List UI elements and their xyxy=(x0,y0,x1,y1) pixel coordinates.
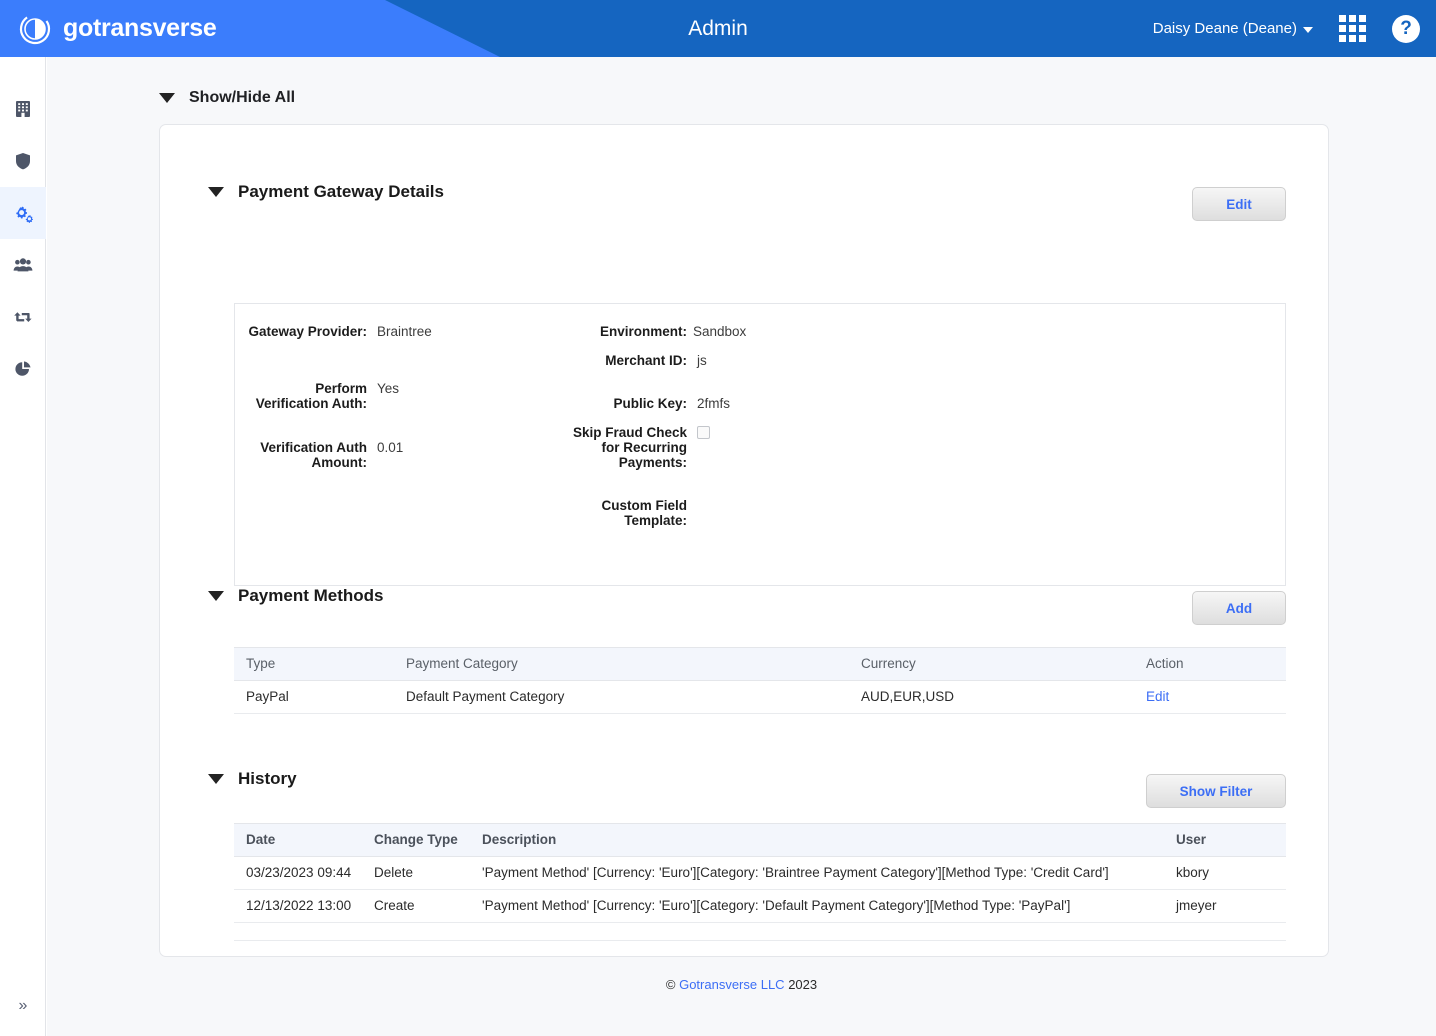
field-environment: Environment: Sandbox xyxy=(553,324,853,339)
field-public-key: Public Key: 2fmfs xyxy=(553,396,853,411)
chevron-down-icon xyxy=(1303,27,1313,33)
field-label: Verification Auth Amount: xyxy=(260,440,367,471)
field-label: Skip Fraud Check for Recurring Payments: xyxy=(572,425,687,471)
add-payment-method-button[interactable]: Add xyxy=(1192,591,1286,625)
brand-logo[interactable]: gotransverse xyxy=(18,0,217,57)
sidebar-item-security[interactable] xyxy=(0,135,46,187)
history-toggle[interactable]: History xyxy=(208,769,297,789)
payment-methods-title: Payment Methods xyxy=(238,586,384,605)
table-header-row: Type Payment Category Currency Action xyxy=(234,647,1286,681)
payment-methods-table: Type Payment Category Currency Action Pa… xyxy=(234,647,1286,714)
field-value: Yes xyxy=(377,381,400,396)
field-label: Custom Field Template: xyxy=(601,498,687,529)
double-chevron-right-icon: » xyxy=(18,997,28,1014)
sidebar-item-company[interactable] xyxy=(0,83,46,135)
cell-user: jmeyer xyxy=(1164,889,1286,923)
exchange-arrows-icon xyxy=(14,312,32,322)
pie-chart-icon xyxy=(15,361,31,376)
field-gateway-provider: Gateway Provider: Braintree xyxy=(247,324,547,339)
footer-year: 2023 xyxy=(788,977,818,992)
sidebar-item-users[interactable] xyxy=(0,239,46,291)
field-custom-field-template: Custom Field Template: xyxy=(553,498,873,528)
table-row[interactable]: PayPal Default Payment Category AUD,EUR,… xyxy=(234,680,1286,714)
cell-type: PayPal xyxy=(234,680,394,714)
sidebar-item-settings[interactable] xyxy=(0,187,46,239)
history-table-scroll-area[interactable]: Date Change Type Description User 03/23/… xyxy=(234,823,1286,948)
column-header-date[interactable]: Date xyxy=(234,823,362,857)
triangle-down-icon xyxy=(208,774,224,784)
users-icon xyxy=(13,258,33,272)
cell-change-type: Delete xyxy=(362,856,470,890)
grid-apps-icon[interactable] xyxy=(1339,15,1366,42)
field-value: 0.01 xyxy=(377,440,404,455)
triangle-down-icon xyxy=(159,93,175,103)
help-question-icon[interactable]: ? xyxy=(1392,14,1420,43)
cell-currency: AUD,EUR,USD xyxy=(849,680,1134,714)
field-value: js xyxy=(697,353,707,368)
skip-fraud-check-checkbox[interactable] xyxy=(697,426,710,439)
table-row-partial[interactable] xyxy=(234,922,1286,941)
field-label: Environment: xyxy=(599,324,687,339)
show-hide-all-label: Show/Hide All xyxy=(189,89,296,106)
history-table: Date Change Type Description User 03/23/… xyxy=(234,823,1286,941)
table-row[interactable]: 12/13/2022 13:00 Create 'Payment Method'… xyxy=(234,889,1286,923)
user-menu[interactable]: Daisy Deane (Deane) xyxy=(1153,20,1313,37)
edit-gateway-button[interactable]: Edit xyxy=(1192,187,1286,221)
field-label: Gateway Provider: xyxy=(248,324,367,339)
content-card: Payment Gateway Details Edit Gateway Pro… xyxy=(159,124,1329,957)
field-label: Merchant ID: xyxy=(605,353,687,368)
gears-icon xyxy=(16,206,33,223)
sidebar-expand-button[interactable]: » xyxy=(0,986,46,1026)
field-label: Public Key: xyxy=(613,396,687,411)
sidebar-item-reports[interactable] xyxy=(0,343,46,395)
field-perform-verification-auth: Perform Verification Auth: Yes xyxy=(247,381,547,411)
cell-date: 12/13/2022 13:00 xyxy=(234,889,362,923)
brand-logo-text: gotransverse xyxy=(63,14,217,42)
app-header: gotransverse Admin Daisy Deane (Deane) ? xyxy=(0,0,1436,57)
column-header-action[interactable]: Action xyxy=(1134,647,1286,681)
copyright-symbol: © xyxy=(665,977,676,992)
column-header-type[interactable]: Type xyxy=(234,647,394,681)
history-title: History xyxy=(238,769,297,788)
column-header-description[interactable]: Description xyxy=(470,823,1164,857)
field-label: Perform Verification Auth: xyxy=(255,381,367,412)
cell-description: 'Payment Method' [Currency: 'Euro'][Cate… xyxy=(470,856,1164,890)
field-value: Braintree xyxy=(377,324,432,339)
field-merchant-id: Merchant ID: js xyxy=(553,353,853,368)
column-header-user[interactable]: User xyxy=(1164,823,1286,857)
cell-change-type: Create xyxy=(362,889,470,923)
gotransverse-logo-icon xyxy=(19,13,51,44)
column-header-currency[interactable]: Currency xyxy=(849,647,1134,681)
cell-description: 'Payment Method' [Currency: 'Euro'][Cate… xyxy=(470,889,1164,923)
column-header-change-type[interactable]: Change Type xyxy=(362,823,470,857)
field-value: Sandbox xyxy=(693,324,747,339)
show-hide-all-toggle[interactable]: Show/Hide All xyxy=(159,89,295,107)
triangle-down-icon xyxy=(208,591,224,601)
column-header-payment-category[interactable]: Payment Category xyxy=(394,647,849,681)
footer-company-link[interactable]: Gotransverse LLC xyxy=(679,977,785,992)
cell-date: 03/23/2023 09:44 xyxy=(234,856,362,890)
table-row[interactable]: 03/23/2023 09:44 Delete 'Payment Method'… xyxy=(234,856,1286,890)
table-header-row: Date Change Type Description User xyxy=(234,823,1286,857)
sidebar-nav: » xyxy=(0,57,46,1036)
edit-payment-method-link[interactable]: Edit xyxy=(1146,689,1169,704)
field-skip-fraud-check: Skip Fraud Check for Recurring Payments: xyxy=(553,425,873,471)
sidebar-item-transfers[interactable] xyxy=(0,291,46,343)
shield-icon xyxy=(16,153,30,170)
field-verification-auth-amount: Verification Auth Amount: 0.01 xyxy=(247,440,547,470)
building-icon xyxy=(16,101,30,117)
cell-payment-category: Default Payment Category xyxy=(394,680,849,714)
payment-gateway-details-title: Payment Gateway Details xyxy=(238,182,444,201)
show-filter-button[interactable]: Show Filter xyxy=(1146,774,1286,808)
main-content: Show/Hide All Payment Gateway Details Ed… xyxy=(47,57,1436,1036)
gateway-details-panel: Gateway Provider: Braintree Perform Veri… xyxy=(234,303,1286,586)
payment-gateway-details-toggle[interactable]: Payment Gateway Details xyxy=(208,182,444,202)
field-value: 2fmfs xyxy=(697,396,731,411)
footer: © Gotransverse LLC 2023 xyxy=(47,977,1436,992)
triangle-down-icon xyxy=(208,187,224,197)
cell-user: kbory xyxy=(1164,856,1286,890)
user-menu-label: Daisy Deane (Deane) xyxy=(1152,20,1297,37)
payment-methods-toggle[interactable]: Payment Methods xyxy=(208,586,383,606)
